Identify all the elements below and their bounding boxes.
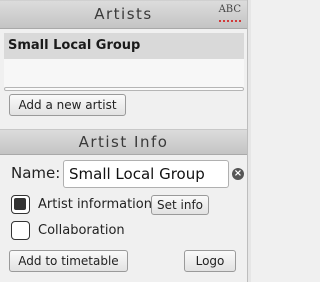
- name-label: Name:: [11, 164, 61, 182]
- spellcheck-icon[interactable]: ABC: [218, 4, 241, 22]
- artist-list[interactable]: Small Local Group: [4, 33, 244, 91]
- artist-information-label: Artist information: [38, 197, 152, 212]
- artist-list-scrollbar[interactable]: [4, 87, 244, 91]
- collaboration-checkbox[interactable]: [11, 221, 30, 240]
- logo-button[interactable]: Logo: [184, 250, 236, 272]
- artist-info-header: Artist Info: [0, 129, 247, 155]
- artist-information-checkbox[interactable]: [11, 195, 30, 214]
- window-edge: [248, 0, 251, 282]
- add-to-timetable-button[interactable]: Add to timetable: [9, 250, 128, 272]
- set-info-button[interactable]: Set info: [151, 195, 209, 215]
- name-input[interactable]: [63, 160, 229, 188]
- collaboration-label: Collaboration: [38, 223, 125, 238]
- spellcheck-wave: [218, 16, 241, 22]
- artist-info-title: Artist Info: [78, 133, 169, 151]
- artist-list-item-selected[interactable]: Small Local Group: [4, 33, 244, 59]
- clear-icon[interactable]: ×: [232, 168, 244, 180]
- spellcheck-icon-text: ABC: [218, 4, 241, 15]
- add-artist-button[interactable]: Add a new artist: [9, 94, 126, 116]
- artists-panel: Artists ABC Small Local Group Add a new …: [0, 0, 248, 282]
- artists-header: Artists ABC: [0, 0, 247, 29]
- artists-title: Artists: [94, 5, 153, 23]
